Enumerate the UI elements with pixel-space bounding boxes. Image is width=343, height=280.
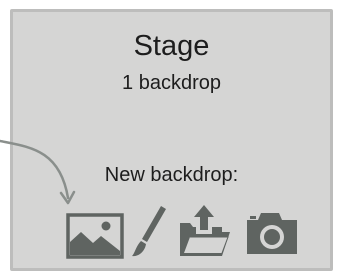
stage-title: Stage <box>133 30 210 62</box>
upload-icon[interactable] <box>176 203 236 259</box>
camera-icon[interactable] <box>244 210 300 256</box>
backdrop-count: 1 backdrop <box>122 72 221 94</box>
image-library-icon[interactable] <box>66 213 124 259</box>
paint-brush-icon[interactable] <box>130 204 168 258</box>
screenshot-frame: Stage 1 backdrop New backdrop: <box>0 0 343 280</box>
new-backdrop-label: New backdrop: <box>104 164 239 186</box>
